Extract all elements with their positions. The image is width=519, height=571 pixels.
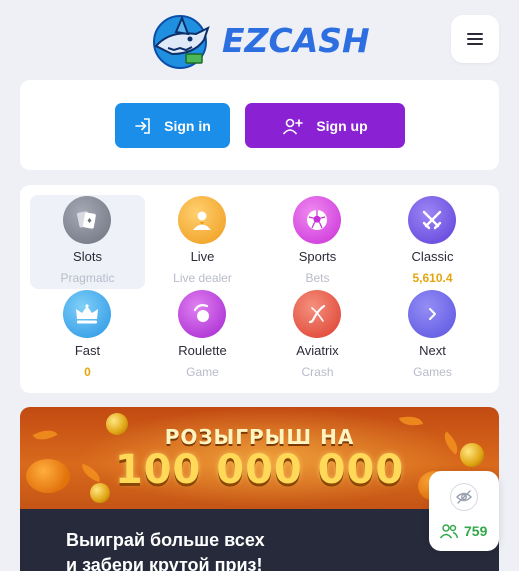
hamburger-icon bbox=[467, 33, 483, 45]
shark-logo-icon bbox=[153, 15, 210, 69]
category-title: Aviatrix bbox=[296, 343, 339, 358]
roulette-icon bbox=[178, 290, 226, 338]
category-subtitle: Live dealer bbox=[173, 271, 232, 285]
category-grid: Slots Pragmatic Live Live dealer Sports … bbox=[20, 185, 499, 393]
online-count: 759 bbox=[439, 523, 487, 539]
category-classic[interactable]: Classic 5,610.4 bbox=[375, 195, 490, 289]
aviatrix-icon bbox=[293, 290, 341, 338]
logo-text: EZCASH bbox=[222, 20, 370, 60]
category-title: Live bbox=[190, 249, 215, 264]
banner-text: Выиграй больше всех и забери крутой приз… bbox=[66, 528, 265, 571]
cards-icon bbox=[63, 196, 111, 244]
category-subtitle: Bets bbox=[305, 271, 330, 285]
category-title: Classic bbox=[411, 249, 454, 264]
category-subtitle: Games bbox=[413, 365, 452, 379]
auth-card: Sign in Sign up bbox=[20, 80, 499, 170]
category-subtitle: Game bbox=[186, 365, 219, 379]
online-count-value: 759 bbox=[464, 523, 488, 539]
promo-title: РОЗЫГРЫШ НА bbox=[164, 425, 355, 449]
sign-in-button[interactable]: Sign in bbox=[115, 103, 230, 148]
category-fast[interactable]: Fast 0 bbox=[30, 289, 145, 383]
category-subtitle: 5,610.4 bbox=[412, 271, 453, 285]
chevron-right-icon bbox=[408, 290, 456, 338]
top-bar: EZCASH bbox=[0, 0, 519, 78]
hide-eye-icon[interactable] bbox=[450, 483, 478, 511]
category-title: Roulette bbox=[178, 343, 227, 358]
category-aviatrix[interactable]: Aviatrix Crash bbox=[260, 289, 375, 383]
category-sports[interactable]: Sports Bets bbox=[260, 195, 375, 289]
banner-line-1: Выиграй больше всех bbox=[66, 530, 265, 550]
crown-icon bbox=[63, 290, 111, 338]
category-subtitle: Pragmatic bbox=[60, 271, 115, 285]
category-title: Sports bbox=[298, 249, 337, 264]
crossed-swords-icon bbox=[408, 196, 456, 244]
category-subtitle: Crash bbox=[301, 365, 334, 379]
category-roulette[interactable]: Roulette Game bbox=[145, 289, 260, 383]
online-widget[interactable]: 759 bbox=[429, 471, 499, 551]
sign-in-icon bbox=[135, 117, 150, 134]
category-title: Slots bbox=[73, 249, 102, 264]
promo-banner[interactable]: РОЗЫГРЫШ НА 100 000 000 Выиграй больше в… bbox=[20, 407, 499, 571]
category-title: Next bbox=[419, 343, 446, 358]
category-next[interactable]: Next Games bbox=[375, 289, 490, 383]
dealer-icon bbox=[178, 196, 226, 244]
promo-amount: 100 000 000 bbox=[114, 447, 405, 493]
logo[interactable]: EZCASH bbox=[150, 10, 370, 70]
category-subtitle: 0 bbox=[84, 365, 91, 379]
sign-in-label: Sign in bbox=[164, 117, 211, 134]
soccer-ball-icon bbox=[293, 196, 341, 244]
category-slots[interactable]: Slots Pragmatic bbox=[30, 195, 145, 289]
users-icon bbox=[439, 524, 459, 539]
sign-up-button[interactable]: Sign up bbox=[245, 103, 405, 148]
category-live[interactable]: Live Live dealer bbox=[145, 195, 260, 289]
add-user-icon bbox=[283, 118, 304, 135]
banner-line-2: и забери крутой приз! bbox=[66, 555, 263, 571]
menu-button[interactable] bbox=[451, 15, 499, 63]
category-title: Fast bbox=[74, 343, 101, 358]
sign-up-label: Sign up bbox=[316, 117, 368, 134]
